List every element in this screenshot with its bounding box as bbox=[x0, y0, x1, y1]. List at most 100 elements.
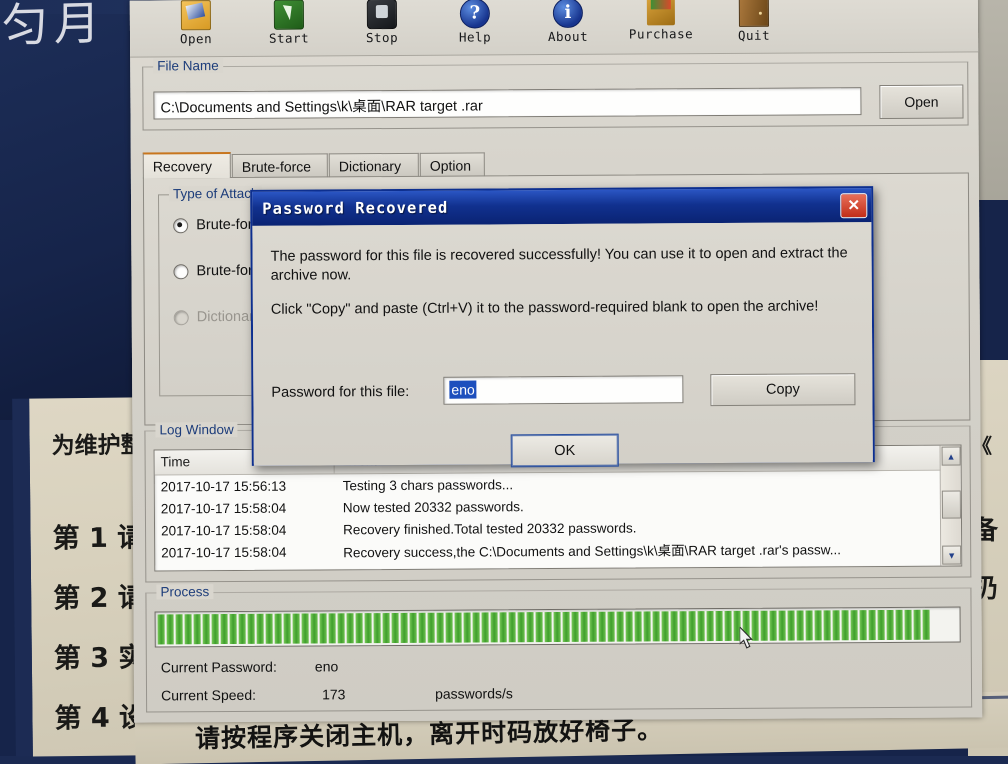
progress-segment bbox=[454, 612, 462, 643]
progress-segment bbox=[211, 614, 219, 645]
toolbar-button-help[interactable]: ? Help bbox=[429, 0, 521, 53]
recovered-password-input[interactable]: eno bbox=[443, 375, 684, 405]
progress-segment bbox=[769, 610, 777, 641]
wall-right bbox=[975, 0, 1008, 200]
progress-segment bbox=[265, 613, 273, 644]
progress-segment bbox=[202, 614, 210, 645]
exit-door-icon bbox=[738, 0, 769, 27]
progress-segment bbox=[616, 611, 624, 642]
toolbar-button-stop[interactable]: Stop bbox=[336, 0, 428, 53]
dialog-message-secondary: Click "Copy" and paste (Ctrl+V) it to th… bbox=[270, 298, 819, 318]
toolbar-button-about[interactable]: i About bbox=[522, 0, 614, 52]
progress-segment bbox=[238, 613, 246, 644]
type-of-attack-label: Type of Attack bbox=[168, 185, 262, 202]
toolbar-button-open[interactable]: Open bbox=[150, 0, 242, 54]
progress-segment bbox=[553, 611, 561, 643]
progress-segment bbox=[355, 613, 363, 644]
paper-left-line-2: 第 2 请 bbox=[53, 582, 145, 615]
progress-segment bbox=[319, 613, 327, 644]
tab-brute-force[interactable]: Brute-force bbox=[231, 153, 328, 178]
progress-segment bbox=[625, 611, 633, 642]
dialog-body: The password for this file is recovered … bbox=[252, 222, 873, 468]
progress-segment bbox=[607, 611, 615, 642]
scroll-down-icon[interactable]: ▼ bbox=[942, 545, 962, 565]
close-icon[interactable]: ✕ bbox=[840, 192, 868, 218]
toolbar-label-start: Start bbox=[268, 30, 310, 46]
progress-segment bbox=[337, 613, 345, 644]
paper-left-line-4: 第 4 设 bbox=[54, 702, 147, 735]
progress-segment bbox=[517, 612, 525, 643]
progress-segment bbox=[589, 611, 597, 642]
progress-segment bbox=[886, 609, 894, 640]
file-path-input[interactable]: C:\Documents and Settings\k\桌面\RAR targe… bbox=[153, 87, 862, 120]
progress-segment bbox=[229, 613, 237, 644]
toolbar-button-purchase[interactable]: Purchase bbox=[615, 0, 707, 52]
progress-segment bbox=[292, 613, 300, 644]
progress-segment bbox=[823, 610, 831, 641]
progress-segment bbox=[634, 611, 642, 642]
tab-recovery[interactable]: Recovery bbox=[142, 151, 231, 179]
progress-segment bbox=[157, 614, 165, 645]
progress-segment bbox=[787, 610, 795, 641]
open-file-button[interactable]: Open bbox=[879, 84, 964, 120]
copy-password-button[interactable]: Copy bbox=[710, 373, 856, 407]
dialog-title: Password Recovered bbox=[262, 198, 449, 218]
progress-segment bbox=[805, 610, 813, 641]
radio-icon-1 bbox=[173, 263, 189, 279]
progress-segment bbox=[373, 613, 381, 644]
progress-segment bbox=[535, 612, 543, 643]
progress-segment bbox=[220, 614, 228, 645]
ok-button[interactable]: OK bbox=[510, 433, 619, 468]
dialog-message-primary: The password for this file is recovered … bbox=[270, 245, 848, 284]
progress-segment bbox=[382, 613, 390, 644]
toolbar-button-start[interactable]: Start bbox=[243, 0, 335, 54]
log-event: Now tested 20332 passwords. bbox=[342, 498, 524, 515]
log-time: 2017-10-17 15:56:13 bbox=[160, 478, 287, 494]
main-toolbar: Open Start Stop? Help i About Purchase Quit bbox=[129, 0, 979, 58]
progress-segment bbox=[832, 610, 840, 641]
progress-segment bbox=[778, 610, 786, 641]
progress-segment bbox=[436, 612, 444, 643]
progress-segment bbox=[580, 611, 588, 642]
progress-segment bbox=[706, 611, 714, 642]
radio-icon-0 bbox=[173, 217, 189, 233]
progress-segment bbox=[850, 610, 858, 641]
progress-segment bbox=[175, 614, 183, 645]
progress-bar bbox=[154, 606, 961, 648]
tab-dictionary[interactable]: Dictionary bbox=[328, 152, 419, 178]
process-label: Process bbox=[156, 584, 214, 600]
progress-segment bbox=[418, 612, 426, 643]
scroll-up-icon[interactable]: ▲ bbox=[941, 446, 961, 466]
play-start-icon bbox=[273, 0, 304, 30]
progress-segment bbox=[796, 610, 804, 641]
progress-segment bbox=[472, 612, 480, 643]
progress-segment bbox=[166, 614, 174, 645]
scrollbar-thumb[interactable] bbox=[941, 490, 961, 519]
paper-left-line-3: 第 3 实 bbox=[53, 642, 146, 675]
tab-option[interactable]: Option bbox=[419, 152, 485, 177]
progress-segment bbox=[868, 610, 876, 641]
current-password-label: Current Password: bbox=[160, 658, 277, 676]
log-event: Testing 3 chars passwords... bbox=[342, 476, 514, 493]
file-name-group: File Name C:\Documents and Settings\k\桌面… bbox=[142, 58, 969, 131]
progress-segment bbox=[256, 613, 264, 644]
navy-wall bbox=[0, 0, 135, 420]
radio-icon-2 bbox=[173, 309, 189, 325]
progress-segment bbox=[310, 613, 318, 644]
progress-segment bbox=[481, 612, 489, 643]
progress-segment bbox=[877, 609, 885, 641]
progress-segment bbox=[904, 609, 912, 640]
current-password-value: eno bbox=[314, 658, 339, 675]
toolbar-button-quit[interactable]: Quit bbox=[708, 0, 800, 51]
log-event: Recovery success,the C:\Documents and Se… bbox=[343, 542, 841, 561]
progress-segment bbox=[679, 611, 687, 642]
progress-segment bbox=[463, 612, 471, 643]
progress-segment bbox=[859, 610, 867, 641]
help-question-icon: ? bbox=[459, 0, 490, 29]
progress-segment bbox=[283, 613, 291, 644]
progress-segment bbox=[598, 611, 606, 642]
log-row[interactable]: 2017-10-17 15:58:04 Recovery success,the … bbox=[155, 537, 961, 564]
attack-option-2: Dictionary bbox=[173, 309, 261, 326]
log-time: 2017-10-17 15:58:04 bbox=[161, 544, 287, 560]
log-scrollbar[interactable]: ▲ ▼ bbox=[939, 445, 962, 566]
